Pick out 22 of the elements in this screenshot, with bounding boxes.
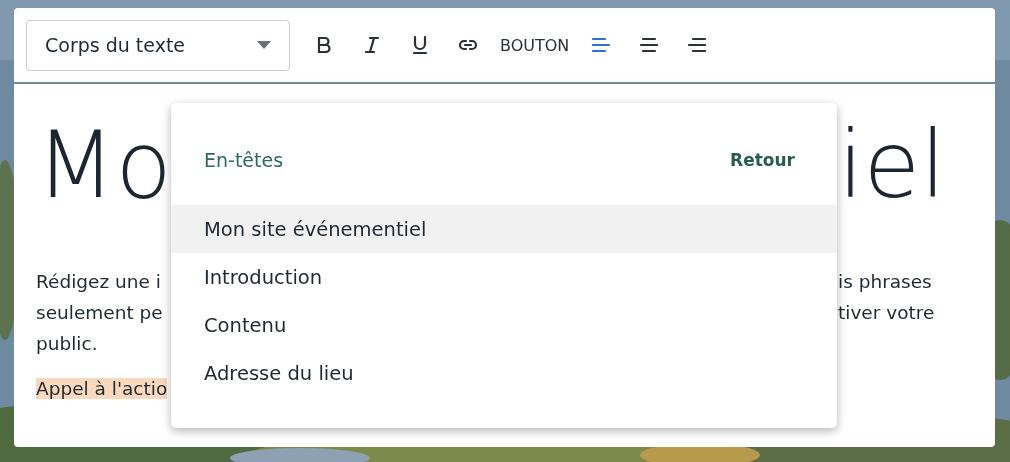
align-left-icon: [591, 35, 612, 55]
style-select[interactable]: Corps du texte: [26, 19, 290, 71]
paragraph-text: public.: [36, 333, 98, 354]
paragraph-text: Rédigez une i: [36, 271, 161, 292]
paragraph-text: tiver votre: [838, 301, 935, 325]
menu-title: En-têtes: [204, 149, 284, 171]
menu-item[interactable]: Adresse du lieu: [171, 349, 837, 397]
button-tool[interactable]: BOUTON: [496, 25, 574, 65]
align-center-icon: [639, 35, 660, 55]
highlighted-text: Appel à l'actio: [36, 378, 168, 399]
paragraph-text: is phrases: [838, 270, 932, 294]
caret-icon: [257, 41, 271, 49]
italic-icon: [362, 35, 382, 55]
align-right-icon: [687, 35, 708, 55]
heading-text: Mo: [36, 112, 172, 219]
underline-icon: [410, 35, 430, 55]
paragraph-text: seulement pe: [36, 302, 163, 323]
menu-item[interactable]: Introduction: [171, 253, 837, 301]
heading-text: iel: [838, 111, 946, 221]
menu-item[interactable]: Contenu: [171, 301, 837, 349]
back-link[interactable]: Retour: [730, 150, 795, 170]
menu-item[interactable]: Mon site événementiel: [171, 205, 837, 253]
